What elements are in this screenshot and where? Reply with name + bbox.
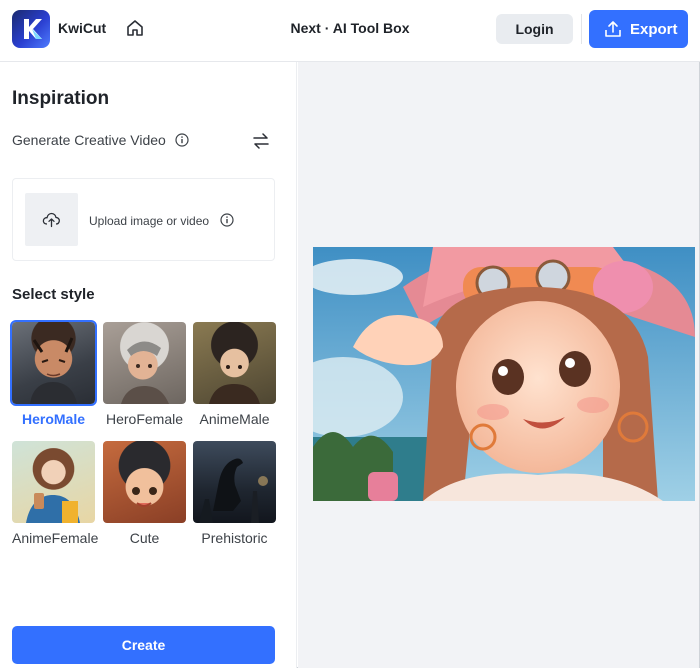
upload-icon-container[interactable] [25,193,78,246]
logo-k-icon [24,19,42,39]
style-card-herofemale[interactable]: HeroFemale [103,322,186,427]
preview-panel [298,62,699,668]
style-label-herofemale: HeroFemale [105,411,184,427]
preview-image [313,247,695,501]
swap-button[interactable] [251,131,271,151]
generate-creative-video-label: Generate Creative Video [12,132,166,148]
style-label-cute: Cute [129,530,160,546]
style-label-heromale: HeroMale [21,411,86,427]
style-card-cute[interactable]: Cute [103,441,186,546]
prehistoric-thumbnail [193,441,276,523]
top-header: KwiCut Next · AI Tool Box Login Export [0,0,700,62]
brand-name: KwiCut [58,20,107,36]
upload-info-icon[interactable] [220,213,235,227]
cute-thumbnail [103,441,186,523]
sidebar-panel: Inspiration Generate Creative Video Uplo… [0,62,297,668]
upload-hint-label: Upload image or video [89,214,210,228]
upload-icon [42,212,60,228]
upload-hint: Upload image or video [89,213,235,228]
style-label-prehistoric: Prehistoric [201,530,268,546]
herofemale-thumbnail [103,322,186,404]
create-button[interactable]: Create [12,626,275,664]
export-label: Export [630,21,678,38]
home-button[interactable] [124,17,146,39]
inspiration-heading: Inspiration [12,88,110,109]
style-card-animemale[interactable]: AnimeMale [193,322,276,427]
style-card-heromale[interactable]: HeroMale [10,320,97,427]
style-label-animemale: AnimeMale [199,411,270,427]
animemale-thumbnail [193,322,276,404]
style-card-animefemale[interactable]: AnimeFemale [12,441,99,546]
upload-dropzone[interactable]: Upload image or video [12,178,275,261]
preview-illustration [313,247,695,501]
export-icon [605,21,621,37]
info-icon[interactable] [175,133,189,147]
page-title: Next · AI Tool Box [290,20,410,36]
style-label-animefemale: AnimeFemale [12,530,99,546]
heromale-thumbnail [10,320,97,406]
generate-creative-video-row: Generate Creative Video [12,132,189,148]
kwicut-logo[interactable] [12,10,50,48]
style-card-prehistoric[interactable]: Prehistoric [193,441,276,546]
login-button[interactable]: Login [496,14,573,44]
swap-icon [253,133,269,149]
header-divider [581,14,582,44]
home-icon [127,20,143,36]
export-button[interactable]: Export [589,10,688,48]
select-style-heading: Select style [12,286,95,303]
animefemale-thumbnail [12,441,95,523]
